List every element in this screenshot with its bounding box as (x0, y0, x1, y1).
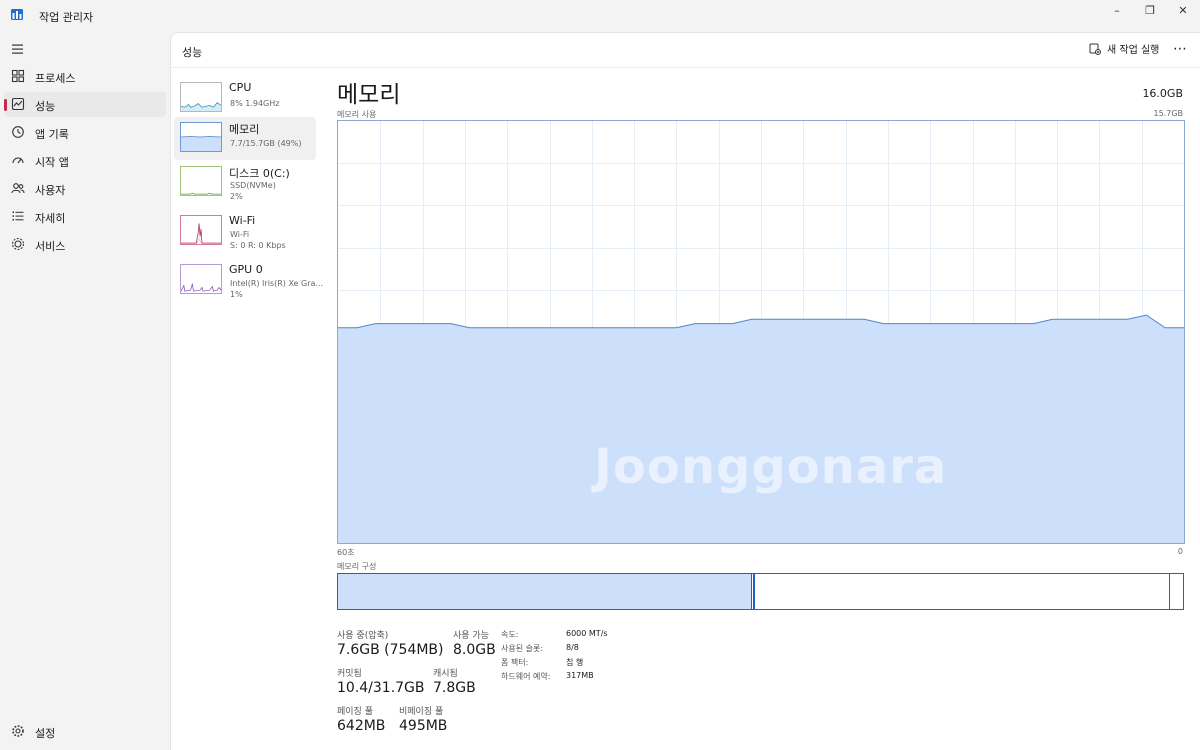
more-options-button[interactable]: ⋯ (1173, 41, 1188, 57)
form-factor-value: 칩 행 (566, 658, 584, 667)
cpu-thumbnail-graph (180, 82, 222, 112)
sidebar-item-label: 자세히 (35, 212, 66, 225)
active-indicator (4, 99, 7, 111)
close-button[interactable]: ✕ (1166, 0, 1200, 20)
time-axis-left: 60초 (337, 548, 355, 557)
resource-detail: SSD(NVMe) (230, 181, 276, 190)
resource-name: 메모리 (229, 123, 260, 136)
memory-usage-graph: Joonggonara (337, 120, 1185, 544)
composition-in-use (338, 574, 752, 609)
memory-composition-bar (337, 573, 1184, 610)
hardware-reserved-value: 317MB (566, 671, 594, 680)
resource-detail: 8% 1.94GHz (230, 99, 280, 108)
run-new-task-label: 새 작업 실행 (1107, 45, 1160, 56)
resource-item-disk[interactable]: 디스크 0(C:) SSD(NVMe) 2% (174, 161, 316, 204)
resource-name: Wi-Fi (229, 214, 256, 227)
sidebar-item-settings[interactable]: 설정 (4, 719, 166, 744)
gpu-thumbnail-graph (180, 264, 222, 294)
run-new-task-button[interactable]: 새 작업 실행 (1089, 41, 1159, 56)
committed-label: 커밋됨 (337, 669, 362, 679)
memory-usage-max: 15.7GB (1153, 109, 1184, 118)
form-factor-label: 폼 팩터: (501, 658, 529, 667)
memory-total: 16.0GB (1142, 87, 1183, 100)
hardware-reserved-label: 하드웨어 예약: (501, 672, 551, 681)
sidebar-item-label: 시작 앱 (35, 156, 69, 169)
grid-icon (11, 69, 25, 83)
header-divider (171, 67, 1200, 68)
paged-pool-value: 642MB (337, 718, 386, 734)
title-bar: 작업 관리자 – ❐ ✕ (0, 0, 1200, 32)
sidebar-item-processes[interactable]: 프로세스 (4, 64, 166, 89)
memory-usage-label: 메모리 사용 (337, 110, 377, 119)
hamburger-icon[interactable] (11, 43, 25, 55)
in-use-value: 7.6GB (754MB) (337, 642, 444, 658)
sidebar-item-services[interactable]: 서비스 (4, 232, 166, 257)
resource-detail: Wi-Fi (230, 230, 250, 239)
sidebar: 프로세스 성능 앱 기록 시작 앱 사용자 자세히 서비스 설정 (0, 32, 170, 750)
committed-value: 10.4/31.7GB (337, 680, 425, 696)
sidebar-item-label: 성능 (35, 100, 56, 113)
resource-item-gpu[interactable]: GPU 0 Intel(R) Iris(R) Xe Gra... 1% (174, 259, 323, 302)
resource-name: 디스크 0(C:) (229, 167, 290, 180)
sidebar-item-label: 사용자 (35, 184, 66, 197)
restore-button[interactable]: ❐ (1133, 0, 1167, 20)
resource-detail: 1% (230, 290, 243, 299)
resource-item-wifi[interactable]: Wi-Fi Wi-Fi S: 0 R: 0 Kbps (174, 210, 316, 253)
history-icon (12, 126, 24, 138)
available-value: 8.0GB (453, 642, 496, 658)
new-task-icon (1089, 43, 1101, 55)
resource-detail: Intel(R) Iris(R) Xe Gra... (230, 279, 324, 288)
users-icon (11, 183, 25, 194)
list-icon (12, 211, 24, 221)
resource-detail: 7.7/15.7GB (49%) (230, 139, 302, 148)
time-axis-right: 0 (1177, 547, 1183, 556)
nonpaged-pool-label: 비페이징 풀 (399, 707, 444, 717)
memory-title: 메모리 (337, 82, 401, 108)
composition-standby-end (1169, 574, 1170, 609)
cached-value: 7.8GB (433, 680, 476, 696)
memory-thumbnail-graph (180, 122, 222, 152)
main-panel: 성능 새 작업 실행 ⋯ CPU 8% 1.94GHz 메모리 7.7/15.7… (170, 32, 1200, 750)
disk-thumbnail-graph (180, 166, 222, 196)
in-use-label: 사용 중(압축) (337, 631, 389, 641)
performance-icon (11, 97, 25, 111)
sidebar-item-users[interactable]: 사용자 (4, 176, 166, 201)
sidebar-item-performance[interactable]: 성능 (4, 92, 166, 117)
memory-usage-chart (338, 121, 1184, 543)
resource-name: CPU (229, 81, 252, 94)
sidebar-item-label: 앱 기록 (35, 128, 69, 141)
composition-modified (753, 574, 755, 609)
memory-composition-label: 메모리 구성 (337, 562, 377, 571)
slots-label: 사용된 슬롯: (501, 644, 544, 653)
speed-label: 속도: (501, 630, 519, 639)
minimize-button[interactable]: – (1100, 0, 1134, 20)
sidebar-item-startup-apps[interactable]: 시작 앱 (4, 148, 166, 173)
wifi-thumbnail-graph (180, 215, 222, 245)
resource-item-cpu[interactable]: CPU 8% 1.94GHz (174, 77, 316, 120)
resource-detail: 2% (230, 192, 243, 201)
gear-icon (12, 725, 24, 737)
sidebar-item-app-history[interactable]: 앱 기록 (4, 120, 166, 145)
task-manager-icon (11, 9, 23, 20)
speed-value: 6000 MT/s (566, 629, 608, 638)
available-label: 사용 가능 (453, 631, 489, 641)
slots-value: 8/8 (566, 643, 579, 652)
resource-detail: S: 0 R: 0 Kbps (230, 241, 286, 250)
paged-pool-label: 페이징 풀 (337, 707, 373, 717)
memory-usage-area (338, 315, 1184, 543)
sidebar-item-label: 서비스 (35, 240, 66, 253)
window-title: 작업 관리자 (39, 11, 94, 24)
resource-item-memory[interactable]: 메모리 7.7/15.7GB (49%) (174, 117, 316, 160)
cached-label: 캐시됨 (433, 669, 458, 679)
sidebar-item-label: 프로세스 (35, 72, 76, 85)
resource-name: GPU 0 (229, 263, 263, 276)
services-icon (11, 237, 25, 251)
startup-icon (12, 157, 24, 164)
nonpaged-pool-value: 495MB (399, 718, 448, 734)
sidebar-item-details[interactable]: 자세히 (4, 204, 166, 229)
page-title: 성능 (182, 46, 203, 59)
sidebar-item-label: 설정 (35, 727, 56, 740)
